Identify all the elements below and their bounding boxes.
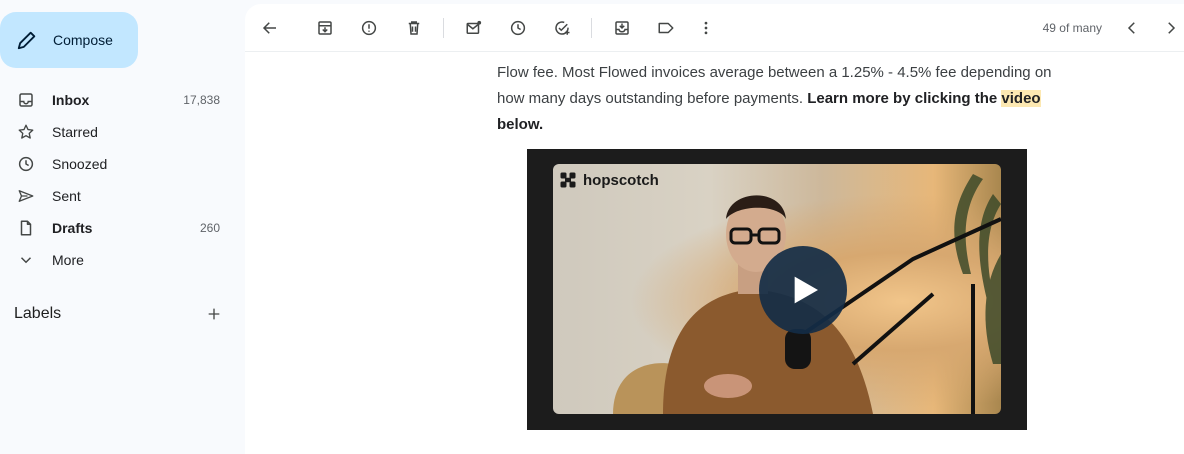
add-label-button[interactable] bbox=[202, 302, 226, 326]
archive-button[interactable] bbox=[309, 12, 341, 44]
back-button[interactable] bbox=[254, 12, 286, 44]
move-to-icon bbox=[615, 21, 629, 35]
star-icon bbox=[16, 122, 36, 142]
delete-icon bbox=[408, 21, 420, 35]
body-line: how many days outstanding before payment… bbox=[497, 86, 1067, 112]
clock-icon bbox=[16, 154, 36, 174]
next-icon bbox=[1168, 22, 1176, 34]
move-to-button[interactable] bbox=[606, 12, 638, 44]
back-icon bbox=[262, 22, 276, 34]
sidebar-item-label: Snoozed bbox=[52, 156, 108, 172]
compose-label: Compose bbox=[53, 32, 113, 48]
labels-header: Labels bbox=[14, 302, 226, 326]
message-view: 49 of many Flow fee. Most Flowed invoice… bbox=[245, 4, 1184, 454]
play-button[interactable] bbox=[759, 246, 847, 334]
video-thumbnail[interactable]: hopscotch bbox=[527, 149, 1027, 430]
more-button[interactable] bbox=[690, 12, 722, 44]
gmail-app: Compose Inbox 17,838 Starred Snoozed Sen… bbox=[0, 0, 1184, 454]
message-toolbar: 49 of many bbox=[245, 4, 1184, 52]
body-text: how many days outstanding before payment… bbox=[497, 90, 808, 107]
newer-button[interactable] bbox=[1116, 12, 1148, 44]
sidebar-item-starred[interactable]: Starred bbox=[0, 116, 236, 148]
label-icon bbox=[658, 22, 674, 34]
sidebar-item-sent[interactable]: Sent bbox=[0, 180, 236, 212]
report-spam-button[interactable] bbox=[353, 12, 385, 44]
snooze-icon bbox=[510, 20, 526, 36]
body-text: Flow fee. Most Flowed invoices average b… bbox=[497, 64, 1052, 81]
video-brand: hopscotch bbox=[559, 171, 659, 189]
add-task-icon bbox=[555, 21, 570, 35]
label-button[interactable] bbox=[650, 12, 682, 44]
pagination-text: 49 of many bbox=[1042, 21, 1102, 35]
toolbar-divider bbox=[591, 18, 592, 38]
drafts-count: 260 bbox=[199, 221, 220, 235]
report-spam-icon bbox=[361, 20, 377, 36]
body-bold: below. bbox=[497, 116, 544, 133]
inbox-count: 17,838 bbox=[183, 93, 220, 107]
play-icon bbox=[794, 276, 818, 304]
body-line: Flow fee. Most Flowed invoices average b… bbox=[497, 60, 1067, 86]
sidebar-item-label: More bbox=[52, 252, 84, 268]
toolbar-divider bbox=[443, 18, 444, 38]
chevron-down-icon bbox=[16, 250, 36, 270]
sidebar-item-drafts[interactable]: Drafts 260 bbox=[0, 212, 236, 244]
sidebar-item-label: Starred bbox=[52, 124, 98, 140]
pencil-icon bbox=[17, 31, 36, 50]
video-brand-name: hopscotch bbox=[583, 171, 659, 189]
sidebar: Compose Inbox 17,838 Starred Snoozed Sen… bbox=[0, 0, 244, 454]
sidebar-item-label: Sent bbox=[52, 188, 81, 204]
prev-icon bbox=[1127, 22, 1135, 34]
sidebar-item-more[interactable]: More bbox=[0, 244, 236, 276]
archive-icon bbox=[318, 21, 332, 35]
mark-unread-button[interactable] bbox=[458, 12, 490, 44]
nav-list: Inbox 17,838 Starred Snoozed Sent Drafts… bbox=[0, 84, 236, 276]
sidebar-item-label: Inbox bbox=[52, 92, 90, 108]
video-frame: hopscotch bbox=[553, 164, 1001, 414]
mark-unread-icon bbox=[466, 20, 482, 34]
sidebar-item-inbox[interactable]: Inbox 17,838 bbox=[0, 84, 236, 116]
sidebar-item-label: Drafts bbox=[52, 220, 93, 236]
delete-button[interactable] bbox=[398, 12, 430, 44]
plus-icon bbox=[208, 308, 220, 320]
body-bold: Learn more by clicking the bbox=[807, 90, 1002, 107]
add-task-button[interactable] bbox=[546, 12, 578, 44]
labels-title: Labels bbox=[14, 305, 62, 322]
highlighted-word: video bbox=[1001, 90, 1041, 107]
compose-button[interactable]: Compose bbox=[0, 12, 138, 68]
draft-icon bbox=[16, 218, 36, 238]
body-line: below. bbox=[497, 112, 1067, 138]
hopscotch-logo-icon bbox=[560, 172, 576, 188]
sidebar-item-snoozed[interactable]: Snoozed bbox=[0, 148, 236, 180]
older-button[interactable] bbox=[1155, 12, 1184, 44]
send-icon bbox=[16, 186, 36, 206]
more-icon bbox=[704, 21, 708, 35]
email-body: Flow fee. Most Flowed invoices average b… bbox=[497, 52, 1067, 138]
snooze-button[interactable] bbox=[502, 12, 534, 44]
inbox-icon bbox=[16, 90, 36, 110]
